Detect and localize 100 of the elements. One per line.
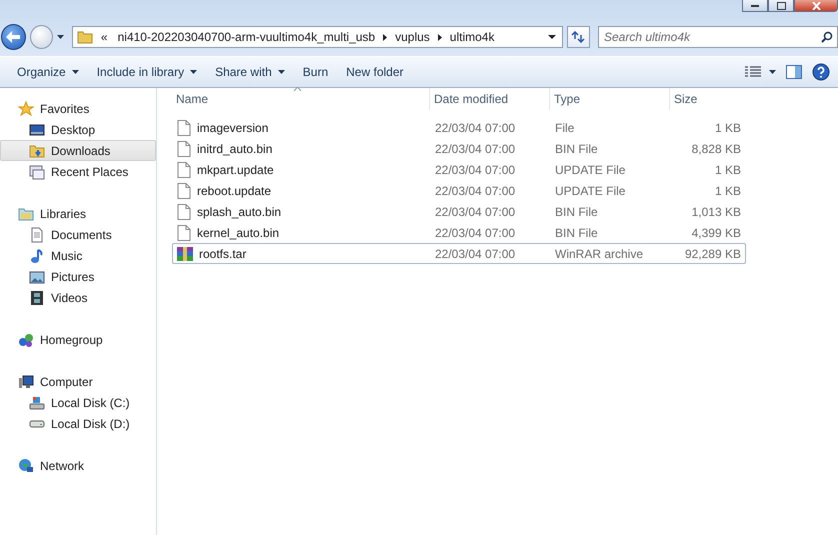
back-button[interactable]	[1, 24, 26, 50]
column-header[interactable]: Size	[670, 88, 750, 110]
nav-item[interactable]: Videos	[0, 287, 156, 308]
overflow-button[interactable]: «	[98, 30, 110, 44]
computer-icon	[18, 374, 34, 390]
document-icon	[29, 226, 45, 242]
file-icon	[177, 182, 191, 198]
chevron-right-icon	[438, 34, 442, 40]
nav-item[interactable]: Documents	[0, 224, 156, 245]
table-cell-text: 4,399 KB	[690, 226, 741, 240]
preview-pane-button[interactable]	[786, 65, 802, 79]
nav-group[interactable]: Homegroup	[0, 329, 156, 350]
caret-icon	[56, 35, 64, 39]
file-row[interactable]: splash_auto.bin 22/03/04 07:00 BIN File 1,013 KB	[172, 201, 746, 222]
nav-item[interactable]: Desktop	[0, 119, 156, 140]
refresh-button[interactable]	[566, 26, 590, 48]
table-cell-text: File	[554, 120, 576, 134]
breadcrumb[interactable]: ni410-202203040700-arm-vuultimo4k_multi_usb	[116, 30, 378, 44]
nav-item[interactable]: Local Disk (C:)	[0, 392, 156, 413]
table-cell-text: 1 KB	[714, 162, 741, 176]
table-cell-text: 1 KB	[714, 120, 741, 134]
caret-icon	[278, 70, 285, 74]
toolbar-button[interactable]: Burn	[294, 60, 338, 84]
recent-pages-button[interactable]	[56, 35, 64, 39]
nav-group[interactable]: Network	[0, 455, 156, 476]
table-cell-text: 1,013 KB	[690, 204, 741, 218]
table-cell-text: 8,828 KB	[690, 142, 741, 156]
chevron-right-icon	[383, 34, 388, 40]
toolbar-button[interactable]: New folder	[337, 60, 412, 84]
address-bar[interactable]: « ni410-202203040700-arm-vuultimo4k_multi_usb vuplus ultimo4k	[72, 26, 563, 48]
close-icon	[812, 2, 820, 10]
search-icon	[820, 31, 833, 43]
caret-icon	[548, 35, 556, 39]
table-cell-text: 1 KB	[714, 184, 741, 198]
file-row[interactable]: rootfs.tar 22/03/04 07:00 WinRAR archive 92,289 KB	[172, 243, 746, 264]
close-button[interactable]	[794, 0, 838, 12]
column-header[interactable]: Date modified	[430, 88, 550, 110]
picture-frame-icon	[29, 268, 45, 284]
file-name: reboot.update	[197, 184, 272, 198]
folder-icon	[18, 206, 34, 222]
table-cell-text: 22/03/04 07:00	[434, 204, 516, 218]
file-name: kernel_auto.bin	[197, 226, 280, 240]
table-cell-text: UPDATE File	[554, 184, 626, 198]
toolbar-button[interactable]: Organize	[8, 60, 88, 84]
table-cell-text: 22/03/04 07:00	[434, 184, 516, 198]
star-icon	[18, 100, 34, 116]
file-row[interactable]: imageversion 22/03/04 07:00 File 1 KB	[172, 117, 746, 138]
table-cell-text: WinRAR archive	[554, 246, 644, 260]
preview-pane-icon	[786, 65, 802, 79]
folder-icon	[76, 29, 93, 45]
file-icon	[177, 140, 191, 156]
file-name: rootfs.tar	[199, 246, 246, 260]
details-view-icon	[745, 66, 761, 78]
nav-item[interactable]: Local Disk (D:)	[0, 413, 156, 434]
homegroup-icon	[18, 332, 34, 348]
minimize-button[interactable]	[742, 0, 768, 12]
file-name: splash_auto.bin	[197, 204, 282, 218]
nav-group[interactable]: Computer	[0, 371, 156, 392]
caret-icon	[72, 70, 79, 74]
back-arrow-icon	[6, 31, 20, 43]
maximize-icon	[776, 2, 786, 10]
maximize-button[interactable]	[768, 0, 794, 12]
table-cell-text: 22/03/04 07:00	[434, 120, 516, 134]
recent-places-icon	[29, 164, 45, 180]
toolbar-button[interactable]: Include in library	[88, 60, 206, 84]
file-row[interactable]: reboot.update 22/03/04 07:00 UPDATE File 1 KB	[172, 180, 746, 201]
column-header[interactable]: Name	[172, 88, 430, 110]
file-icon	[177, 120, 191, 136]
nav-item[interactable]: Pictures	[0, 266, 156, 287]
help-button[interactable]	[812, 63, 830, 81]
caret-icon	[769, 70, 776, 74]
table-cell-text: 22/03/04 07:00	[434, 142, 516, 156]
nav-group[interactable]: Favorites	[0, 98, 156, 119]
breadcrumb[interactable]: vuplus	[393, 30, 432, 44]
toolbar-button[interactable]: Share with	[206, 60, 294, 84]
minimize-icon	[751, 4, 759, 7]
file-name: mkpart.update	[197, 162, 274, 176]
file-row[interactable]: mkpart.update 22/03/04 07:00 UPDATE File 1 KB	[172, 159, 746, 180]
table-cell-text: BIN File	[554, 204, 599, 218]
breadcrumb[interactable]: ultimo4k	[448, 30, 496, 44]
disk-drive-icon	[29, 420, 45, 428]
file-row[interactable]: initrd_auto.bin 22/03/04 07:00 BIN File 8,828 KB	[172, 138, 746, 159]
globe-icon	[18, 458, 34, 474]
file-row[interactable]: kernel_auto.bin 22/03/04 07:00 BIN File 4,399 KB	[172, 222, 746, 243]
table-cell-text: 22/03/04 07:00	[434, 226, 516, 240]
search-field[interactable]: Search ultimo4k	[598, 26, 838, 48]
view-options-button[interactable]	[745, 66, 776, 78]
table-cell-text: UPDATE File	[554, 162, 626, 176]
column-header[interactable]: Type	[550, 88, 670, 110]
nav-item[interactable]: Downloads	[0, 140, 156, 161]
nav-group[interactable]: Libraries	[0, 203, 156, 224]
nav-item[interactable]: Music	[0, 245, 156, 266]
table-cell-text: BIN File	[554, 226, 599, 240]
monitor-icon	[29, 122, 45, 138]
table-cell-text: BIN File	[554, 142, 599, 156]
table-cell-text: 22/03/04 07:00	[434, 246, 516, 260]
caret-icon	[190, 70, 198, 74]
table-cell-text: 22/03/04 07:00	[434, 162, 516, 176]
nav-item[interactable]: Recent Places	[0, 161, 156, 182]
refresh-icon	[571, 31, 586, 43]
